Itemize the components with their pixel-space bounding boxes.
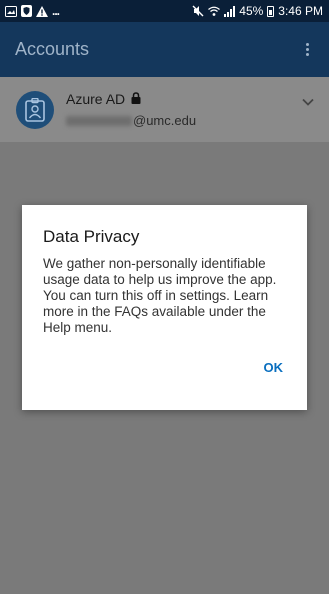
account-name-line: Azure AD [66, 91, 301, 107]
data-privacy-dialog: Data Privacy We gather non-personally id… [22, 205, 307, 410]
lock-icon [131, 91, 141, 107]
battery-percentage: 45% [239, 4, 264, 18]
wifi-icon [208, 4, 221, 18]
signal-icon [224, 4, 236, 18]
account-name: Azure AD [66, 91, 126, 107]
ok-button[interactable]: OK [262, 356, 286, 379]
dialog-message: We gather non-personally identifiable us… [43, 256, 277, 335]
page-title: Accounts [15, 39, 90, 59]
status-right: 45% 3:46 PM [192, 4, 323, 18]
more-options-icon[interactable] [301, 40, 313, 60]
mute-icon [192, 4, 204, 18]
status-left: ... [5, 4, 60, 18]
redacted-email-username [66, 115, 132, 126]
account-email-domain: @umc.edu [133, 113, 197, 128]
dialog-actions: OK [262, 356, 286, 379]
status-bar: ... 45% 3:46 PM [0, 0, 329, 22]
account-email: @umc.edu [66, 113, 301, 128]
app-bar: Accounts [0, 22, 329, 77]
more-notifications-indicator: ... [52, 4, 60, 18]
clock: 3:46 PM [278, 4, 323, 18]
account-info: Azure AD @umc.edu [66, 91, 301, 128]
battery-icon [267, 5, 275, 17]
account-list-item[interactable]: Azure AD @umc.edu [0, 77, 329, 142]
dialog-title: Data Privacy [43, 227, 140, 246]
security-notification-icon [21, 4, 32, 18]
badge-icon [16, 90, 54, 129]
gallery-notification-icon [5, 4, 17, 18]
chevron-down-icon[interactable] [301, 95, 315, 109]
warning-icon [36, 4, 48, 18]
